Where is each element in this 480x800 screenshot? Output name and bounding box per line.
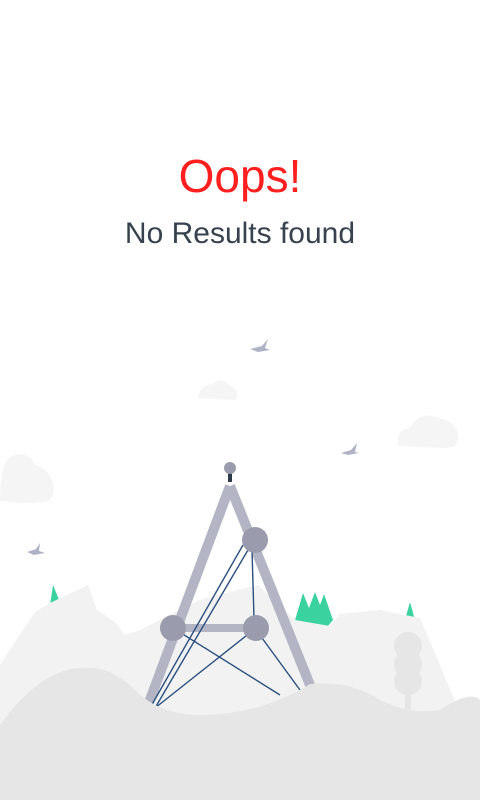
birds [27,339,359,555]
bird-icon [250,339,270,352]
cloud-left [0,454,54,504]
cloud-right [397,415,459,448]
error-title: Oops! [178,150,302,202]
clouds [0,380,459,504]
bird-icon [27,543,45,555]
cloud-mid [198,380,238,400]
bird-icon [341,443,359,455]
no-results-message: No Results found [124,217,356,250]
no-results-illustration [0,339,480,800]
